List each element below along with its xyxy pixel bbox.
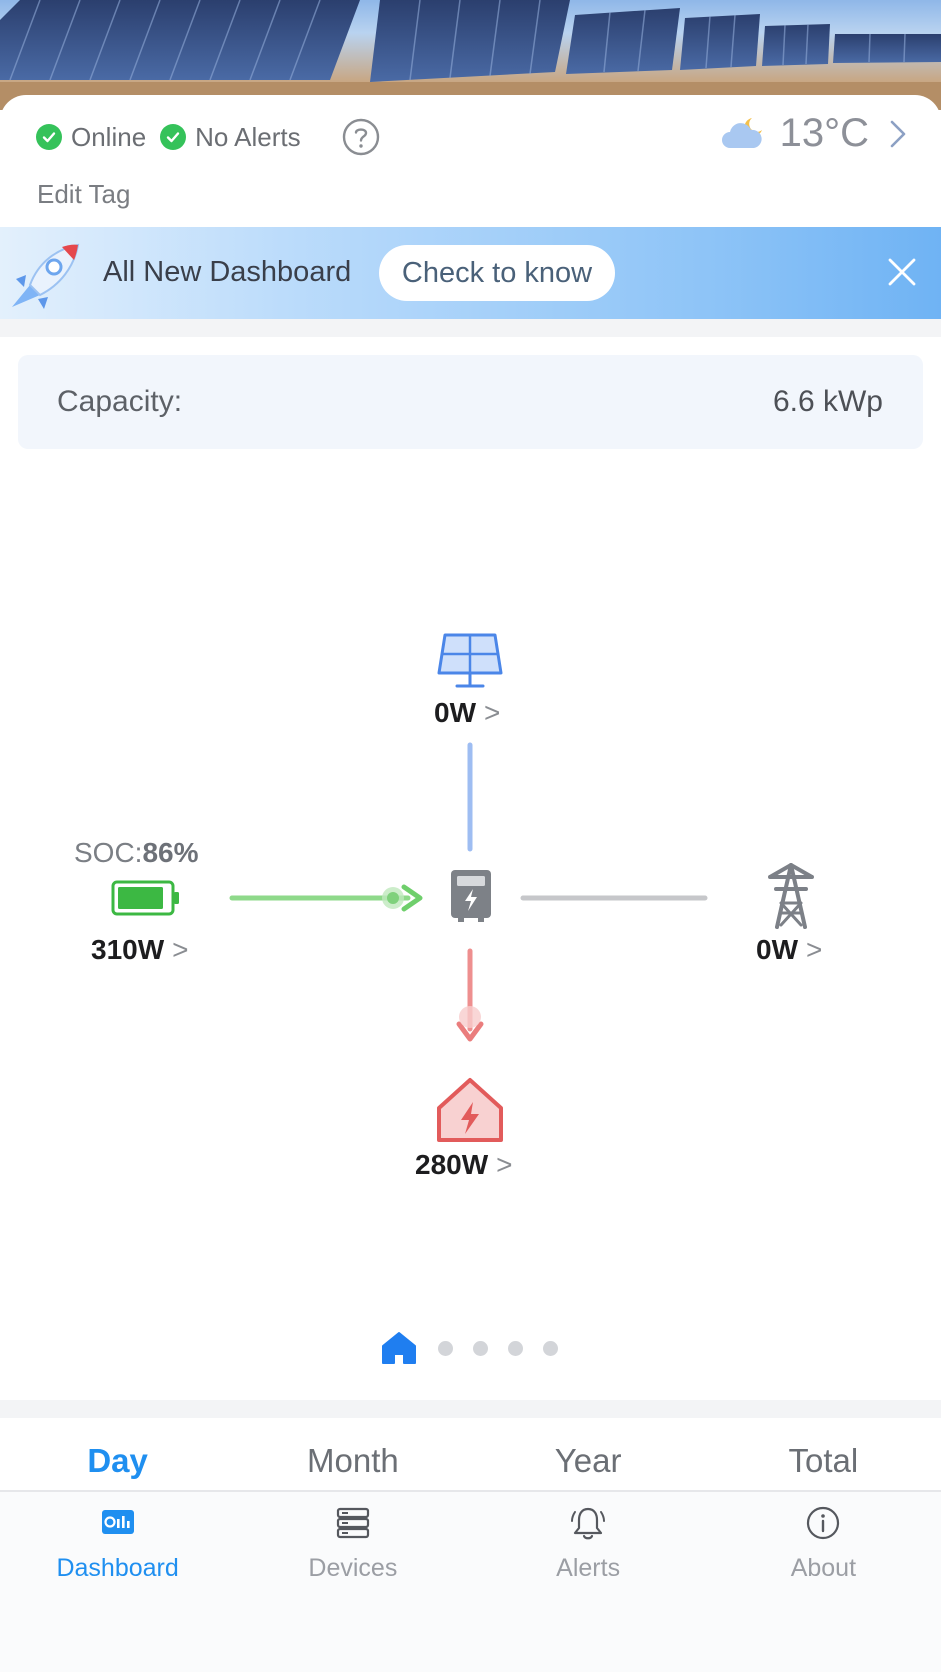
nav-alerts-label: Alerts <box>556 1554 621 1582</box>
home-power-value: 280W <box>415 1149 489 1180</box>
online-check-icon <box>36 124 62 150</box>
chevron-right-icon: > <box>806 934 823 965</box>
page-dot[interactable] <box>543 1340 558 1356</box>
soc-label: SOC: <box>74 837 143 868</box>
grid-tower-icon <box>768 863 814 929</box>
home-page-icon[interactable] <box>380 1330 418 1366</box>
nav-devices-label: Devices <box>308 1554 398 1582</box>
alerts-status-text: No Alerts <box>195 121 301 152</box>
hero-solar-image <box>0 0 941 110</box>
bottom-navigation: Dashboard Devices Alerts About <box>0 1492 941 1672</box>
section-divider <box>0 1400 941 1418</box>
alerts-check-icon <box>160 124 187 150</box>
home-icon <box>437 1078 503 1142</box>
capacity-value: 6.6 kWp <box>772 385 883 418</box>
chevron-right-icon: > <box>484 697 501 728</box>
capacity-label: Capacity: <box>57 385 183 418</box>
tab-year[interactable]: Year <box>471 1418 706 1490</box>
bell-icon <box>571 1507 606 1540</box>
battery-power-link[interactable]: 310W > <box>91 934 189 966</box>
battery-power-value: 310W <box>91 934 165 965</box>
banner-title: All New Dashboard <box>103 256 352 288</box>
home-flow-pulse <box>459 1006 481 1028</box>
chevron-right-icon: > <box>496 1149 513 1180</box>
info-icon <box>807 1506 840 1540</box>
partly-cloudy-night-icon <box>721 117 762 148</box>
battery-soc: SOC:86% <box>74 837 199 869</box>
grid-power-value: 0W <box>756 934 798 965</box>
status-card: Online No Alerts 13°C Edit Tag <box>0 95 941 227</box>
edit-tag-link[interactable]: Edit Tag <box>37 179 130 210</box>
soc-value: 86% <box>142 837 199 868</box>
nav-about-label: About <box>790 1554 857 1582</box>
period-tabs: Day Month Year Total <box>0 1418 941 1492</box>
tab-month[interactable]: Month <box>235 1418 470 1490</box>
nav-dashboard-label: Dashboard <box>56 1554 179 1582</box>
devices-icon <box>336 1507 369 1539</box>
energy-flow-diagram: 0W > SOC:86% 310W > 0W > 280W > <box>0 449 941 1400</box>
battery-flow-dot <box>387 892 399 904</box>
chevron-right-icon: > <box>172 934 189 965</box>
online-status-text: Online <box>71 121 147 152</box>
solar-power-link[interactable]: 0W > <box>434 697 500 729</box>
status-row: Online No Alerts <box>36 117 381 157</box>
page-dot[interactable] <box>438 1340 453 1356</box>
check-to-know-button[interactable]: Check to know <box>379 245 615 301</box>
page-dot[interactable] <box>473 1340 488 1356</box>
nav-devices[interactable]: Devices <box>235 1492 470 1672</box>
battery-icon <box>111 880 179 916</box>
dashboard-icon <box>101 1510 134 1534</box>
inverter-icon <box>451 870 491 922</box>
tab-day[interactable]: Day <box>0 1418 235 1490</box>
page-indicator <box>380 1330 558 1366</box>
solar-panel-icon <box>437 633 503 688</box>
rocket-icon <box>12 243 80 309</box>
home-power-link[interactable]: 280W > <box>415 1149 513 1181</box>
new-dashboard-banner: All New Dashboard Check to know <box>0 227 941 319</box>
nav-about[interactable]: About <box>706 1492 941 1672</box>
page-dot[interactable] <box>508 1340 523 1356</box>
temperature-text: 13°C <box>779 111 869 155</box>
section-divider <box>0 319 941 337</box>
capacity-row: Capacity: 6.6 kWp <box>18 355 923 449</box>
solar-power-value: 0W <box>434 697 476 728</box>
grid-power-link[interactable]: 0W > <box>756 934 822 966</box>
tab-total[interactable]: Total <box>706 1418 941 1490</box>
nav-dashboard[interactable]: Dashboard <box>0 1492 235 1672</box>
flow-lines <box>111 633 814 1142</box>
chevron-right-icon <box>890 120 906 147</box>
nav-alerts[interactable]: Alerts <box>471 1492 706 1672</box>
weather-widget[interactable]: 13°C <box>720 111 907 156</box>
close-icon[interactable] <box>885 255 919 289</box>
help-icon[interactable] <box>341 117 381 157</box>
